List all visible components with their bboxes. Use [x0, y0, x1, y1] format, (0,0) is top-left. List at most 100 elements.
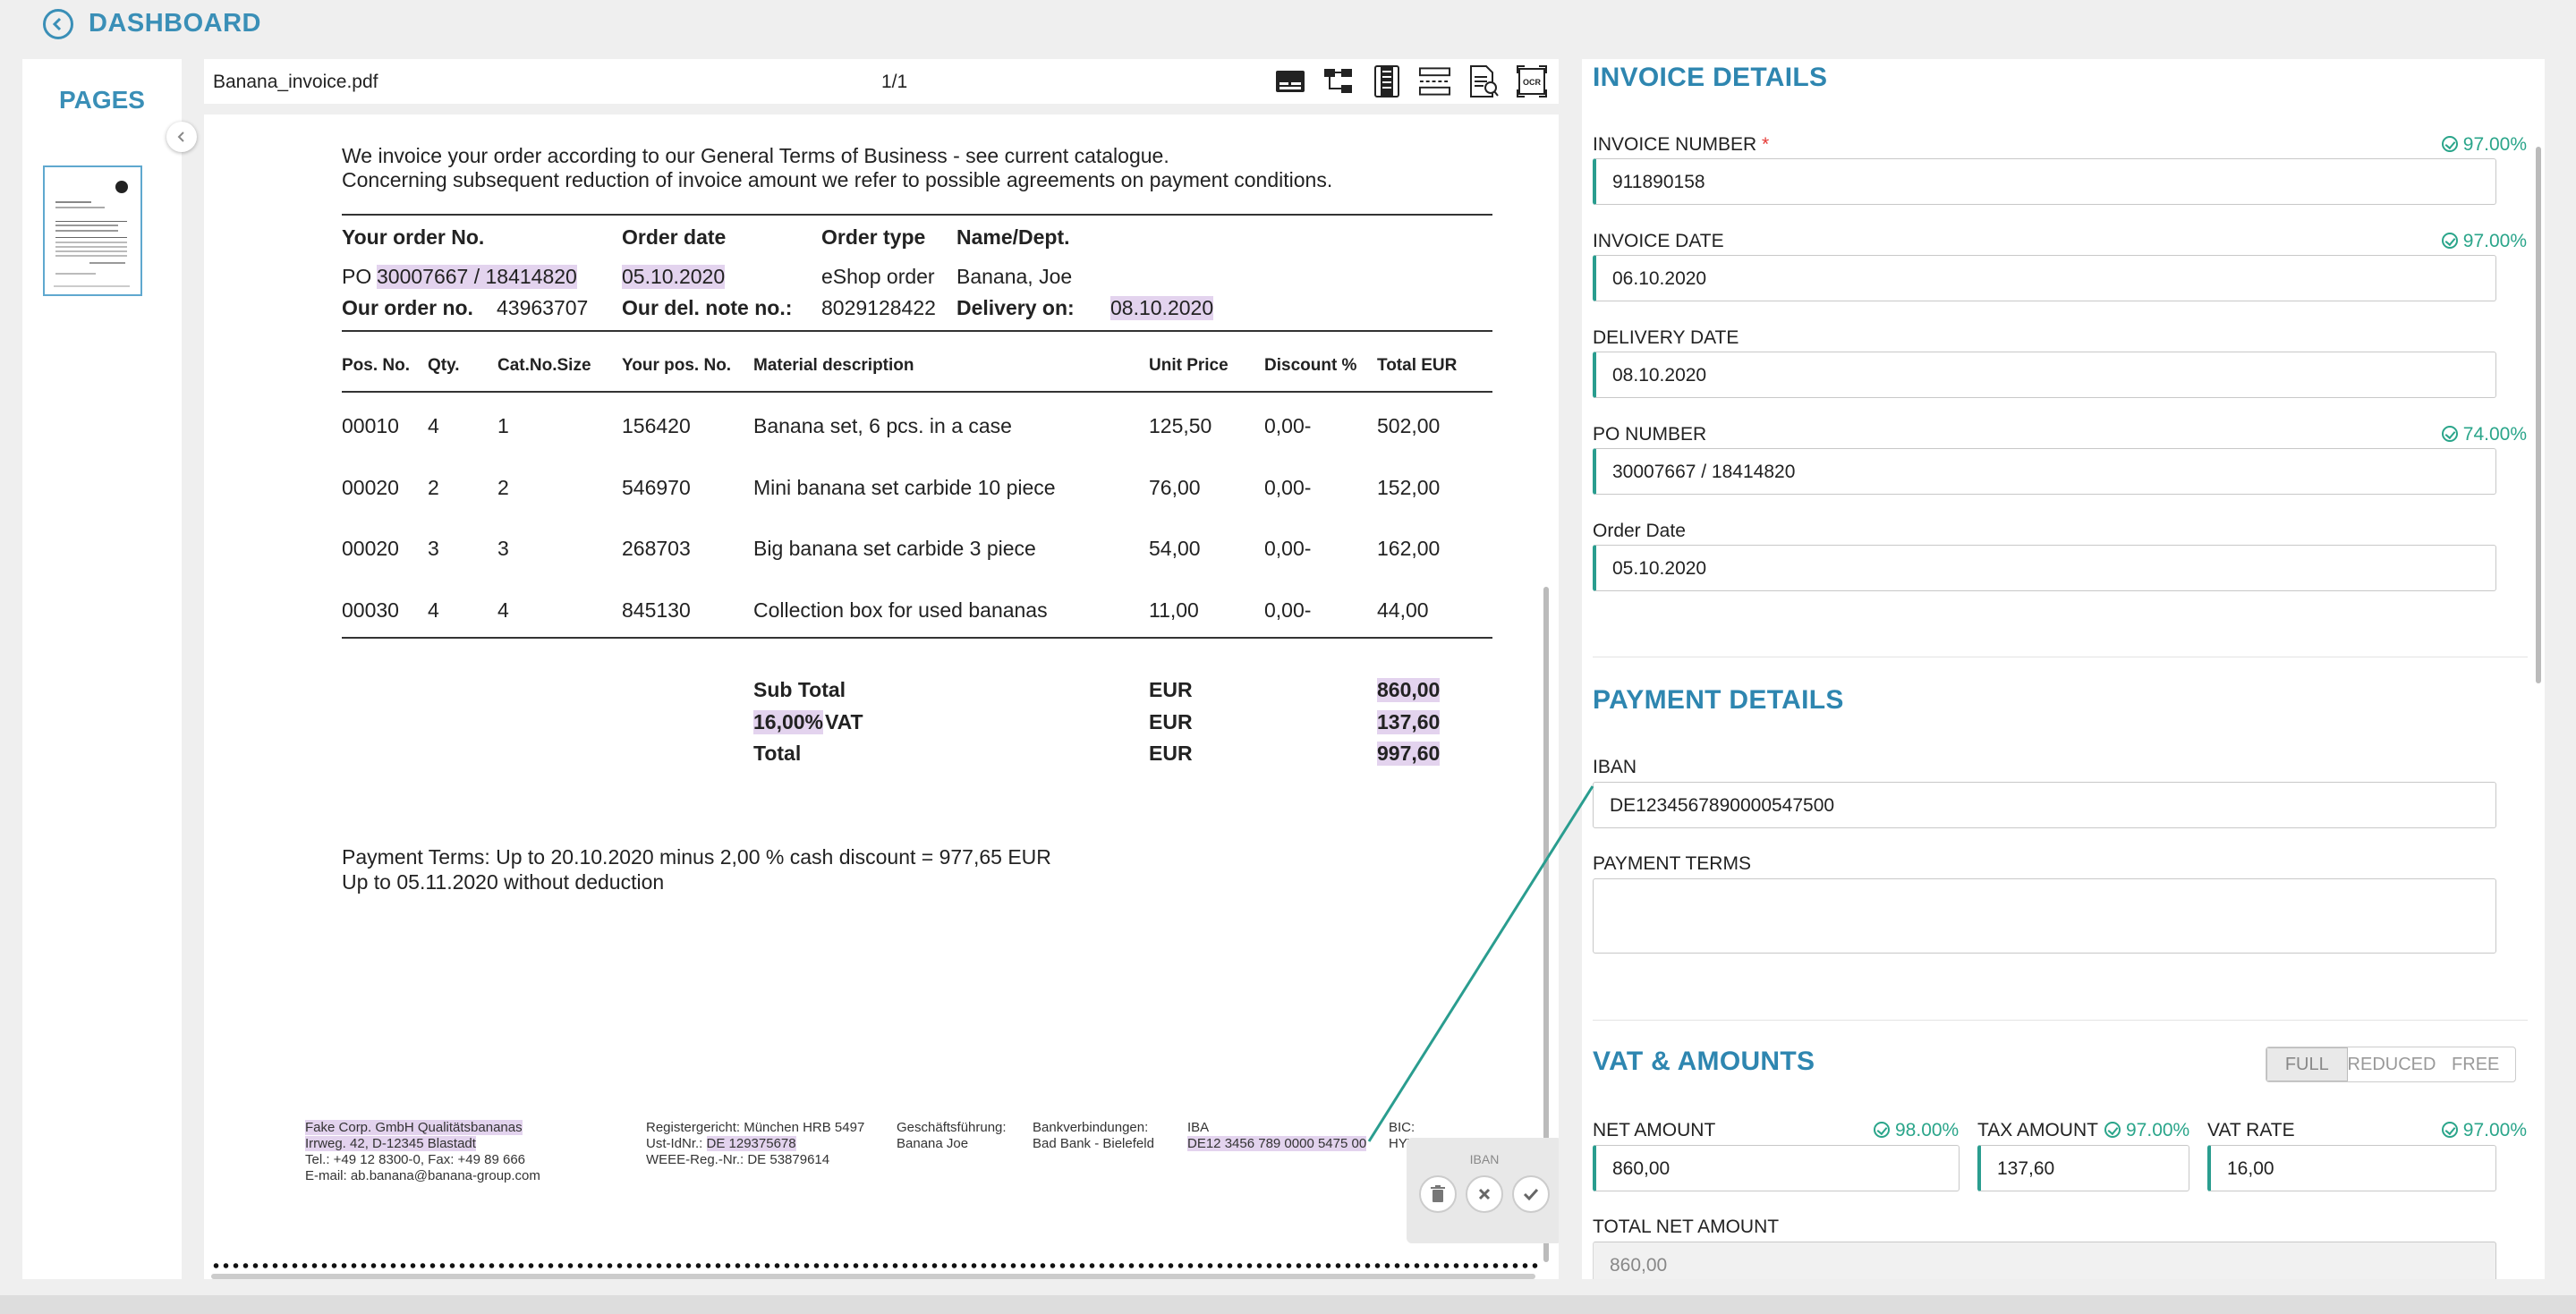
payment-terms-label: PAYMENT TERMS: [1593, 853, 1751, 874]
page-thumbnail[interactable]: [43, 165, 142, 296]
order-type-header: Order type: [821, 225, 926, 249]
tax-amount-label: TAX AMOUNT: [1977, 1120, 2098, 1140]
footer-weee: WEEE-Reg.-Nr.: DE 53879614: [646, 1152, 830, 1167]
pages-panel: PAGES: [22, 59, 182, 1279]
cell: 3: [497, 537, 509, 560]
cell: 00030: [342, 598, 399, 622]
invoice-details-title: INVOICE DETAILS: [1593, 63, 1828, 92]
extraction-panel: INVOICE DETAILS INVOICE NUMBER * 97.00% …: [1582, 59, 2545, 1279]
confidence-value: 74.00%: [2462, 424, 2527, 445]
confidence-value: 97.00%: [2462, 231, 2527, 251]
vat-mode-full[interactable]: FULL: [2266, 1047, 2348, 1081]
order-type-value: eShop order: [821, 265, 935, 288]
confidence-value: 98.00%: [1895, 1120, 1960, 1140]
name-value: Banana, Joe: [956, 265, 1073, 288]
cell: 845130: [622, 598, 691, 622]
dashboard-link[interactable]: DASHBOARD: [89, 9, 261, 38]
vat-mode-toggle: FULL REDUCED FREE: [2266, 1047, 2516, 1082]
po-prefix: PO: [342, 265, 372, 288]
invoice-number-label: INVOICE NUMBER *: [1593, 134, 1769, 156]
footer-iban-highlight[interactable]: DE12 3456 789 0000 5475 00: [1187, 1136, 1367, 1151]
del-note-value: 8029128422: [821, 296, 936, 319]
viewer-toolbar: OCR: [1273, 64, 1548, 97]
payment-terms-line-2: Up to 05.11.2020 without deduction: [342, 870, 665, 894]
document-viewer[interactable]: We invoice your order according to our G…: [204, 114, 1559, 1279]
footer-bank: Bankverbindungen: Bad Bank - Bielefeld: [1033, 1120, 1154, 1152]
check-circle-icon: [2104, 1122, 2121, 1138]
required-marker: *: [1762, 134, 1770, 155]
total-label: Total: [753, 742, 802, 765]
page-counter: 1/1: [881, 72, 908, 92]
iban-field[interactable]: DE1234567890000547500: [1593, 782, 2496, 828]
close-icon[interactable]: [1466, 1175, 1503, 1213]
cell: 3: [428, 537, 439, 560]
cell: Big banana set carbide 3 piece: [753, 537, 1036, 560]
invoice-date-label: INVOICE DATE: [1593, 231, 1724, 251]
vat-value-highlight[interactable]: 137,60: [1377, 710, 1441, 734]
order-date-highlight[interactable]: 05.10.2020: [622, 265, 726, 289]
your-order-header: Your order No.: [342, 225, 485, 249]
po-number-label: PO NUMBER: [1593, 424, 1707, 445]
vat-rate-field[interactable]: 16,00: [2207, 1145, 2496, 1191]
top-bar: DASHBOARD: [0, 0, 2576, 55]
col-pos-no: Pos. No.: [342, 356, 411, 375]
order-date-field[interactable]: 05.10.2020: [1593, 545, 2496, 591]
footer-management-label: Geschäftsführung:: [897, 1120, 1007, 1135]
check-icon[interactable]: [1512, 1175, 1550, 1213]
invoice-document: We invoice your order according to our G…: [204, 114, 1559, 1279]
viewer-header: Banana_invoice.pdf 1/1 OCR: [204, 59, 1559, 104]
footer-company-name[interactable]: Fake Corp. GmbH Qualitätsbananas: [305, 1120, 523, 1135]
bottom-bar: [0, 1295, 2576, 1314]
currency: EUR: [1149, 710, 1193, 733]
net-amount-label: NET AMOUNT: [1593, 1120, 1716, 1140]
panel-scrollbar[interactable]: [2536, 147, 2541, 683]
vat-mode-reduced[interactable]: REDUCED: [2348, 1047, 2436, 1081]
payment-terms-field[interactable]: [1593, 878, 2496, 954]
name-dept-header: Name/Dept.: [956, 225, 1070, 249]
column-icon[interactable]: [1370, 64, 1403, 97]
delivery-date-field[interactable]: 08.10.2020: [1593, 352, 2496, 398]
our-order-label: Our order no.: [342, 296, 473, 319]
footer-bank-name: Bad Bank - Bielefeld: [1033, 1136, 1154, 1151]
payment-terms-line-1: Payment Terms: Up to 20.10.2020 minus 2,…: [342, 845, 1051, 869]
footer-company-address[interactable]: Irrweg. 42, D-12345 Blastadt: [305, 1136, 476, 1151]
svg-text:OCR: OCR: [1523, 78, 1542, 87]
net-amount-field[interactable]: 860,00: [1593, 1145, 1960, 1191]
trash-icon[interactable]: [1419, 1175, 1457, 1213]
tax-amount-field[interactable]: 137,60: [1977, 1145, 2189, 1191]
text-extract-icon[interactable]: [1467, 64, 1500, 97]
total-value-highlight[interactable]: 997,60: [1377, 742, 1441, 766]
iban-label: IBAN: [1593, 757, 1637, 777]
cell: 00010: [342, 414, 399, 437]
invoice-date-field[interactable]: 06.10.2020: [1593, 255, 2496, 301]
col-qty: Qty.: [428, 356, 460, 375]
invoice-number-field[interactable]: 911890158: [1593, 158, 2496, 205]
collapse-pages-button[interactable]: [166, 122, 197, 152]
delivery-on-highlight[interactable]: 08.10.2020: [1110, 296, 1214, 320]
total-net-amount-label: TOTAL NET AMOUNT: [1593, 1217, 1780, 1237]
col-your-pos: Your pos. No.: [622, 356, 732, 375]
row-split-icon[interactable]: [1418, 64, 1451, 97]
ocr-icon[interactable]: OCR: [1515, 64, 1548, 97]
vat-pct-highlight[interactable]: 16,00%: [753, 710, 824, 734]
table-icon[interactable]: [1273, 64, 1306, 97]
po-value-highlight[interactable]: 30007667 / 18414820: [377, 265, 577, 289]
invoice-number-label-text: INVOICE NUMBER: [1593, 134, 1757, 155]
delivery-date-label: DELIVERY DATE: [1593, 327, 1739, 348]
tree-structure-icon[interactable]: [1322, 64, 1355, 97]
cell: 546970: [622, 476, 691, 499]
back-circle-icon[interactable]: [43, 9, 73, 39]
footer-vat-id[interactable]: DE 129375678: [706, 1136, 796, 1151]
horizontal-scrollbar[interactable]: [211, 1274, 1535, 1279]
footer-email: E-mail: ab.banana@banana-group.com: [305, 1168, 540, 1183]
order-date-header: Order date: [622, 225, 727, 249]
vat-amounts-title: VAT & AMOUNTS: [1593, 1047, 1815, 1076]
cell: 4: [428, 414, 439, 437]
po-number-field[interactable]: 30007667 / 18414820: [1593, 448, 2496, 495]
vat-mode-free[interactable]: FREE: [2436, 1047, 2515, 1081]
col-unit-price: Unit Price: [1149, 356, 1228, 375]
subtotal-value-highlight[interactable]: 860,00: [1377, 678, 1441, 702]
divider: [342, 391, 1492, 393]
cell: 11,00: [1149, 598, 1199, 622]
subtotal-label: Sub Total: [753, 678, 846, 701]
